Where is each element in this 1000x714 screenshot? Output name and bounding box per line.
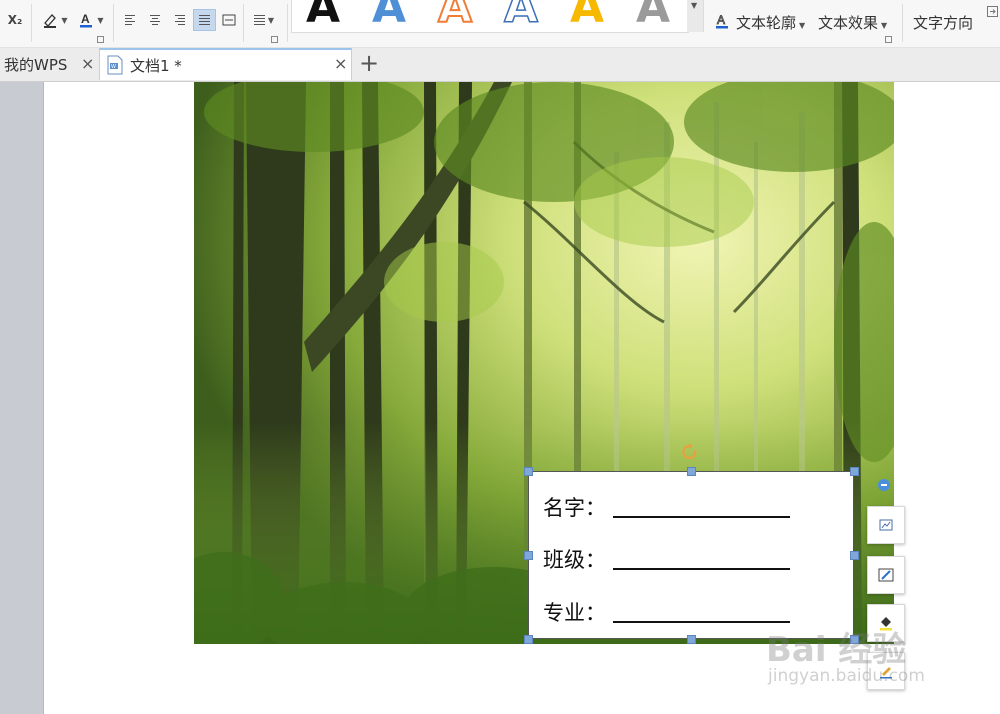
resize-handle-top-right[interactable]: [850, 467, 859, 476]
wordart-style-blue[interactable]: A: [372, 0, 406, 30]
more-options-icon[interactable]: [986, 4, 998, 18]
align-left-icon: [125, 15, 135, 25]
text-direction-label: 文字方向: [913, 14, 974, 32]
resize-handle-top[interactable]: [687, 467, 696, 476]
distributed-align-icon: [222, 14, 236, 26]
gallery-scroll-button[interactable]: ▼: [687, 0, 704, 32]
text-effect-label: 文本效果: [818, 14, 879, 32]
document-tab-bar: 我的WPS × W 文档1 * × +: [0, 48, 1000, 82]
font-dialog-launcher-icon[interactable]: [97, 36, 104, 43]
tab-document-label: 文档1 *: [130, 56, 182, 75]
fill-bucket-icon: [880, 617, 892, 631]
chevron-down-icon: ▼: [97, 15, 104, 25]
tab-document[interactable]: W 文档1 *: [99, 48, 352, 80]
highlight-color-button[interactable]: ▼: [38, 10, 72, 30]
collapse-toolbar-icon[interactable]: [878, 479, 890, 491]
text-outline-icon-button[interactable]: A: [712, 10, 732, 32]
justify-button[interactable]: [193, 9, 216, 31]
text-effect-button[interactable]: 文本效果 ▼: [818, 12, 887, 33]
line-spacing-icon: [253, 15, 265, 25]
ribbon-toolbar: X₂ ▼ A ▼ ▼ A A A A A A ▼ A 文本轮廓 ▼ 文本效果 ▼…: [0, 0, 1000, 48]
chevron-down-icon: ▼: [61, 15, 68, 25]
divider: [287, 4, 288, 42]
subscript-button[interactable]: X₂: [4, 10, 26, 30]
text-outline-icon: A: [716, 13, 728, 29]
paragraph-dialog-launcher-icon[interactable]: [271, 36, 278, 43]
class-blank-line[interactable]: [613, 568, 790, 570]
shape-outline-icon: [878, 568, 894, 582]
divider: [902, 4, 903, 42]
wordart-style-gold[interactable]: A: [570, 0, 604, 30]
align-right-icon: [175, 15, 185, 25]
divider: [243, 4, 244, 42]
class-field-label: 班级：: [543, 548, 606, 572]
text-outline-label: 文本轮廓: [736, 14, 797, 32]
svg-text:A: A: [81, 12, 90, 26]
line-spacing-button[interactable]: ▼: [248, 10, 280, 30]
pen-color-icon: [880, 667, 892, 679]
document-gutter: [0, 82, 44, 714]
chevron-down-icon: ▼: [691, 1, 698, 10]
resize-handle-right[interactable]: [850, 551, 859, 560]
layout-options-icon: [879, 519, 893, 531]
align-right-button[interactable]: [170, 10, 190, 30]
justify-icon: [199, 15, 210, 25]
rotate-handle-icon[interactable]: [680, 442, 700, 462]
align-left-button[interactable]: [120, 10, 140, 30]
wordart-style-orange-outline[interactable]: A: [437, 0, 473, 31]
tab-my-wps-label: 我的WPS: [4, 56, 68, 74]
distributed-align-button[interactable]: [219, 10, 239, 30]
close-icon[interactable]: ×: [81, 54, 94, 73]
new-tab-button[interactable]: +: [359, 49, 379, 77]
document-icon: W: [107, 55, 123, 75]
resize-handle-bottom[interactable]: [687, 635, 696, 644]
chevron-down-icon: ▼: [799, 21, 806, 30]
font-color-icon: A: [80, 12, 93, 28]
wordart-style-gallery: A A A A A A: [291, 0, 689, 33]
shape-outline-button[interactable]: [867, 556, 905, 594]
wordart-dialog-launcher-icon[interactable]: [885, 36, 892, 43]
svg-text:W: W: [111, 64, 116, 70]
fill-color-button[interactable]: [867, 604, 905, 642]
align-center-button[interactable]: [145, 10, 165, 30]
chevron-down-icon: ▼: [267, 15, 275, 25]
name-field-label: 名字：: [543, 496, 606, 520]
wordart-style-blue-outline[interactable]: A: [503, 0, 539, 30]
chevron-down-icon: ▼: [881, 21, 888, 30]
close-icon[interactable]: ×: [334, 54, 347, 73]
name-blank-line[interactable]: [613, 516, 790, 518]
resize-handle-bottom-left[interactable]: [524, 635, 533, 644]
align-center-icon: [150, 15, 160, 25]
highlighter-icon: [44, 14, 57, 28]
layout-options-button[interactable]: [867, 506, 905, 544]
info-text-box[interactable]: 名字： 班级： 专业：: [528, 471, 854, 639]
resize-handle-top-left[interactable]: [524, 467, 533, 476]
resize-handle-left[interactable]: [524, 551, 533, 560]
major-blank-line[interactable]: [613, 621, 790, 623]
wordart-style-gray[interactable]: A: [636, 0, 670, 30]
divider: [31, 4, 32, 42]
subscript-label: X₂: [7, 13, 23, 27]
pen-color-button[interactable]: [867, 652, 905, 690]
font-color-button[interactable]: A ▼: [74, 10, 108, 30]
text-outline-button[interactable]: 文本轮廓 ▼: [736, 12, 805, 33]
svg-text:A: A: [717, 13, 725, 27]
text-direction-button[interactable]: 文字方向: [913, 12, 973, 33]
major-field-label: 专业：: [543, 601, 606, 625]
wordart-style-black[interactable]: A: [306, 0, 340, 30]
resize-handle-bottom-right[interactable]: [850, 635, 859, 644]
divider: [113, 4, 114, 42]
